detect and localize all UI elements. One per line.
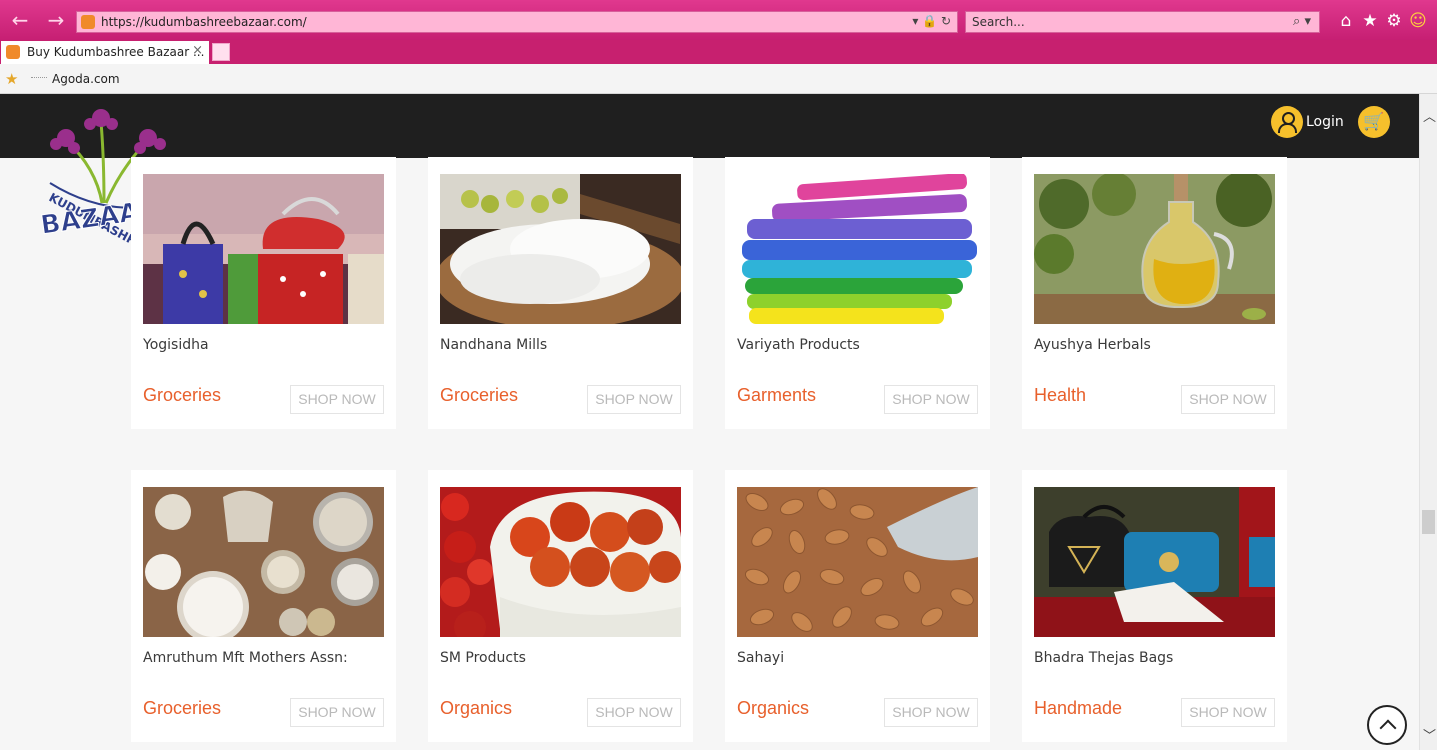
search-icon[interactable]: ⌕ ▾ [1293, 14, 1311, 29]
new-tab-button[interactable] [212, 43, 230, 61]
back-to-top-button[interactable] [1367, 705, 1407, 745]
close-icon[interactable]: × [192, 43, 203, 58]
vendor-name[interactable]: Variyath Products [737, 337, 860, 353]
product-photo-folded-colored-fabric [737, 174, 978, 324]
favorites-star-icon[interactable]: ★ [1358, 10, 1382, 32]
product-category[interactable]: Groceries [440, 385, 518, 406]
home-icon[interactable]: ⌂ [1334, 10, 1358, 32]
favorites-add-star-icon[interactable]: ★ [5, 70, 18, 88]
product-photo-flour-bowls [143, 487, 384, 637]
browser-toolbar: ← → https://kudumbashreebazaar.com/ ▾ 🔒 … [0, 0, 1437, 40]
chevron-down-icon[interactable]: ﹀ [1423, 725, 1436, 744]
site-favicon-icon [81, 15, 95, 29]
product-category[interactable]: Groceries [143, 698, 221, 719]
vendor-name[interactable]: Amruthum Mft Mothers Assn: [143, 650, 348, 666]
product-card[interactable]: Sahayi Organics SHOP NOW [725, 470, 990, 742]
favorites-bar: ★ Agoda.com [0, 64, 1437, 94]
login-label: Login [1306, 114, 1344, 130]
user-icon [1271, 106, 1303, 138]
product-card[interactable]: Bhadra Thejas Bags Handmade SHOP NOW [1022, 470, 1287, 742]
site-header: Login 🛒 [0, 94, 1419, 158]
product-category[interactable]: Handmade [1034, 698, 1122, 719]
tab-title: Buy Kudumbashree Bazaar ... [27, 45, 205, 59]
forward-arrow-icon[interactable]: → [45, 9, 67, 31]
vendor-name[interactable]: Yogisidha [143, 337, 209, 353]
login-button[interactable]: Login [1271, 106, 1344, 138]
browser-search-input[interactable]: Search... ⌕ ▾ [965, 11, 1320, 33]
shop-now-button[interactable]: SHOP NOW [884, 385, 978, 414]
smiley-icon[interactable]: ☺ [1406, 10, 1430, 32]
address-bar[interactable]: https://kudumbashreebazaar.com/ ▾ 🔒 ↻ [76, 11, 958, 33]
product-photo-rice-flatbreads [440, 174, 681, 324]
vendor-name[interactable]: Nandhana Mills [440, 337, 547, 353]
product-category[interactable]: Garments [737, 385, 816, 406]
tab-strip: Buy Kudumbashree Bazaar ... × [0, 40, 1437, 64]
product-photo-cherry-tomatoes [440, 487, 681, 637]
browser-tab[interactable]: Buy Kudumbashree Bazaar ... × [1, 41, 209, 64]
shop-now-button[interactable]: SHOP NOW [884, 698, 978, 727]
cart-icon[interactable]: 🛒 [1358, 106, 1390, 138]
gear-icon[interactable]: ⚙ [1382, 10, 1406, 32]
product-photo-oil-bottle [1034, 174, 1275, 324]
product-photo-handbags [1034, 487, 1275, 637]
shop-now-button[interactable]: SHOP NOW [1181, 385, 1275, 414]
page-scrollbar[interactable]: ︿ ﹀ [1419, 94, 1437, 750]
product-category[interactable]: Health [1034, 385, 1086, 406]
browser-actions: ⌂ ★ ⚙ ☺ [1334, 10, 1434, 32]
shop-now-button[interactable]: SHOP NOW [1181, 698, 1275, 727]
product-photo-painted-kettles [143, 174, 384, 324]
tab-favicon-icon [6, 45, 20, 59]
product-card[interactable]: SM Products Organics SHOP NOW [428, 470, 693, 742]
vendor-name[interactable]: SM Products [440, 650, 526, 666]
shop-now-button[interactable]: SHOP NOW [587, 385, 681, 414]
product-card[interactable]: Ayushya Herbals Health SHOP NOW [1022, 157, 1287, 429]
product-category[interactable]: Organics [737, 698, 809, 719]
favorite-site-icon [31, 77, 47, 81]
product-category[interactable]: Organics [440, 698, 512, 719]
product-card[interactable]: Yogisidha Groceries SHOP NOW [131, 157, 396, 429]
url-text: https://kudumbashreebazaar.com/ [101, 15, 307, 29]
back-arrow-icon[interactable]: ← [9, 9, 31, 31]
favorite-link[interactable]: Agoda.com [52, 72, 120, 86]
vendor-name[interactable]: Bhadra Thejas Bags [1034, 650, 1173, 666]
shop-now-button[interactable]: SHOP NOW [290, 698, 384, 727]
scroll-thumb[interactable] [1422, 510, 1435, 534]
vendor-name[interactable]: Ayushya Herbals [1034, 337, 1151, 353]
vendor-name[interactable]: Sahayi [737, 650, 784, 666]
lock-refresh-icon[interactable]: ▾ 🔒 ↻ [912, 14, 951, 28]
chevron-up-icon[interactable]: ︿ [1423, 106, 1436, 125]
product-card[interactable]: Nandhana Mills Groceries SHOP NOW [428, 157, 693, 429]
product-card[interactable]: Variyath Products Garments SHOP NOW [725, 157, 990, 429]
product-card[interactable]: Amruthum Mft Mothers Assn: Groceries SHO… [131, 470, 396, 742]
product-photo-almonds [737, 487, 978, 637]
shop-now-button[interactable]: SHOP NOW [290, 385, 384, 414]
search-placeholder: Search... [972, 15, 1025, 29]
shop-now-button[interactable]: SHOP NOW [587, 698, 681, 727]
product-category[interactable]: Groceries [143, 385, 221, 406]
